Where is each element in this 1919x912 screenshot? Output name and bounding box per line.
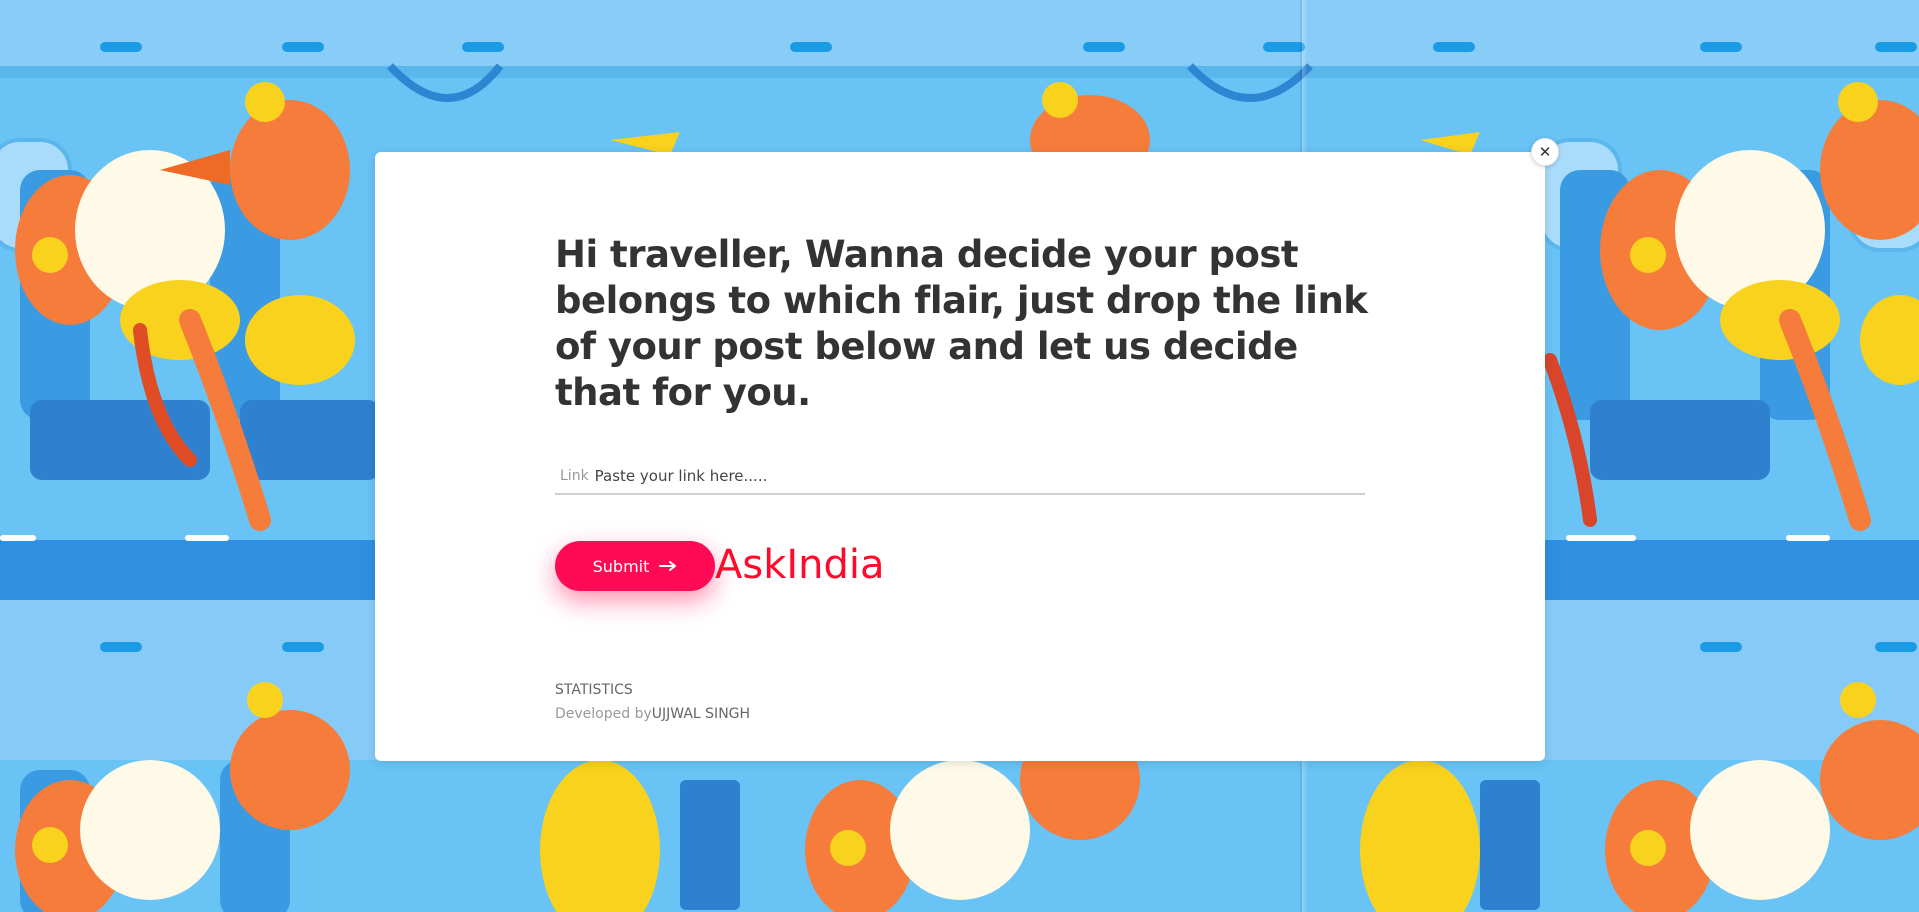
submit-button[interactable]: Submit bbox=[555, 541, 715, 591]
link-field: Link bbox=[555, 459, 1365, 495]
prediction-result: AskIndia bbox=[715, 542, 885, 588]
link-label: Link bbox=[560, 468, 589, 484]
developer-name[interactable]: UJJWAL SINGH bbox=[652, 706, 750, 722]
submit-button-label: Submit bbox=[592, 556, 650, 576]
link-input[interactable] bbox=[592, 466, 1365, 486]
statistics-link[interactable]: STATISTICS bbox=[555, 682, 633, 698]
page-heading: Hi traveller, Wanna decide your post bel… bbox=[555, 233, 1368, 414]
arrow-right-icon bbox=[659, 561, 677, 571]
modal-card: Hi traveller, Wanna decide your post bel… bbox=[375, 152, 1545, 761]
developed-by-prefix: Developed by bbox=[555, 706, 652, 722]
developer-credit: Developed byUJJWAL SINGH bbox=[555, 706, 750, 722]
close-button[interactable]: ✕ bbox=[1531, 138, 1559, 166]
close-icon: ✕ bbox=[1538, 142, 1552, 161]
